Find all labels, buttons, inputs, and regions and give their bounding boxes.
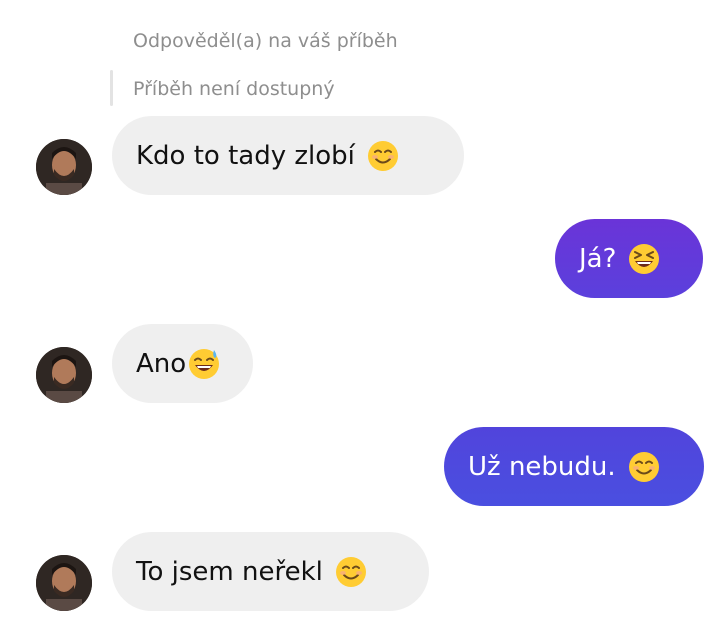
message-bubble-incoming[interactable]: To jsem neřekl: [112, 532, 429, 611]
message-bubble-outgoing[interactable]: Už nebudu.: [444, 427, 704, 506]
story-unavailable-label[interactable]: Příběh není dostupný: [133, 78, 335, 100]
smiling-face-icon: [367, 140, 399, 172]
avatar[interactable]: [36, 555, 92, 611]
message-bubble-incoming[interactable]: Ano: [112, 324, 253, 403]
message-text: Už nebudu.: [468, 451, 616, 482]
smiling-face-icon: [335, 556, 367, 588]
message-bubble-incoming[interactable]: Kdo to tady zlobí: [112, 116, 464, 195]
message-text: Já?: [579, 243, 617, 274]
story-reply-label: Odpověděl(a) na váš příběh: [133, 30, 398, 52]
avatar[interactable]: [36, 139, 92, 195]
message-text: To jsem neřekl: [136, 556, 323, 587]
grinning-face-with-sweat-icon: [188, 348, 220, 380]
message-text: Ano: [136, 348, 187, 379]
message-bubble-outgoing[interactable]: Já?: [555, 219, 703, 298]
story-quote-bar: [110, 70, 113, 106]
grinning-squinting-face-icon: [628, 243, 660, 275]
smiling-face-icon: [628, 451, 660, 483]
avatar[interactable]: [36, 347, 92, 403]
message-text: Kdo to tady zlobí: [136, 140, 355, 171]
